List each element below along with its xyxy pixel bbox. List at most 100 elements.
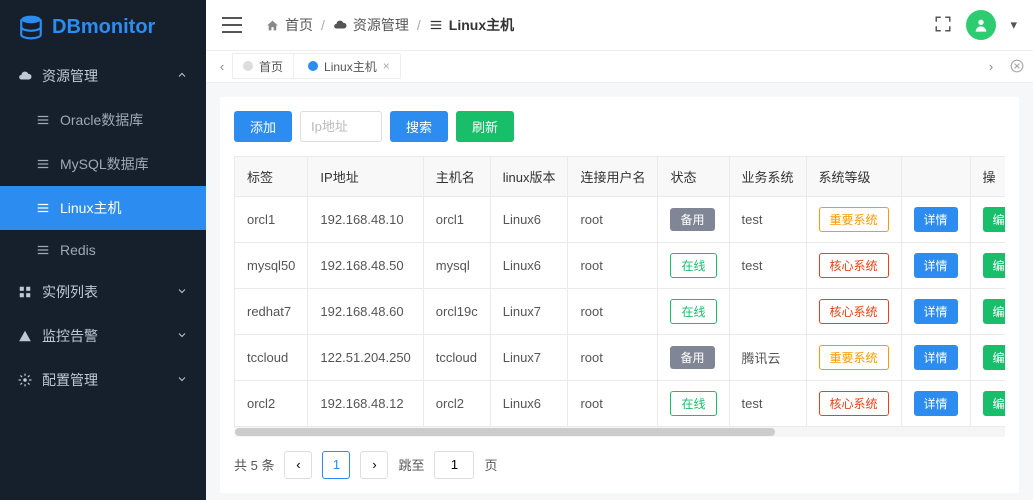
cell-host: tccloud	[423, 334, 490, 380]
cell-tag: mysql50	[235, 242, 308, 288]
cell-version: Linux7	[490, 288, 568, 334]
edit-button[interactable]: 编	[983, 207, 1005, 232]
table-header: 连接用户名	[568, 156, 658, 196]
menu-group[interactable]: 实例列表	[0, 270, 206, 314]
cell-actions: 详情	[901, 334, 970, 380]
table-wrap: 标签IP地址主机名linux版本连接用户名状态业务系统系统等级操 orcl1 1…	[234, 156, 1005, 437]
edit-button[interactable]: 编	[983, 391, 1005, 416]
detail-button[interactable]: 详情	[914, 345, 958, 370]
cell-actions: 详情	[901, 242, 970, 288]
menu-lines-icon	[36, 243, 50, 257]
edit-button[interactable]: 编	[983, 299, 1005, 324]
page-next-button[interactable]: ›	[360, 451, 388, 479]
tab-label: 首页	[259, 58, 283, 75]
toolbar: 添加 搜索 刷新	[234, 111, 1005, 142]
chevron-up-icon	[176, 68, 188, 84]
close-icon[interactable]: ×	[383, 59, 390, 73]
breadcrumb-item[interactable]: 资源管理	[333, 15, 409, 35]
cell-status: 备用	[658, 196, 729, 242]
cell-level: 重要系统	[806, 334, 901, 380]
status-badge: 备用	[670, 346, 714, 369]
table-header: 操	[970, 156, 1005, 196]
menu-group-label: 资源管理	[42, 66, 98, 86]
menu-group[interactable]: 配置管理	[0, 358, 206, 402]
tab-prev-icon[interactable]: ‹	[212, 59, 232, 74]
add-button[interactable]: 添加	[234, 111, 292, 142]
breadcrumb: 首页/资源管理/Linux主机	[266, 15, 934, 35]
cell-level: 核心系统	[806, 380, 901, 426]
status-badge: 备用	[670, 208, 714, 231]
horizontal-scrollbar[interactable]	[234, 427, 1005, 437]
page-prev-button[interactable]: ‹	[284, 451, 312, 479]
table-header: 系统等级	[806, 156, 901, 196]
cell-version: Linux6	[490, 380, 568, 426]
tabbar: ‹ 首页 Linux主机 × ›	[206, 51, 1033, 82]
close-all-tabs-icon[interactable]	[1007, 59, 1027, 73]
content: 添加 搜索 刷新 标签IP地址主机名linux版本连接用户名状态业务系统系统等级…	[206, 83, 1033, 500]
detail-button[interactable]: 详情	[914, 391, 958, 416]
table-header: 主机名	[423, 156, 490, 196]
cell-ip: 192.168.48.50	[308, 242, 423, 288]
cell-host: orcl2	[423, 380, 490, 426]
breadcrumb-label: 首页	[285, 15, 313, 35]
table-row: tccloud 122.51.204.250 tccloud Linux7 ro…	[235, 334, 1006, 380]
avatar[interactable]	[966, 10, 996, 40]
table: 标签IP地址主机名linux版本连接用户名状态业务系统系统等级操 orcl1 1…	[234, 156, 1005, 427]
tab-dot-icon	[243, 61, 253, 71]
tab[interactable]: 首页	[233, 53, 294, 79]
tab-label: Linux主机	[324, 58, 377, 75]
menu-group[interactable]: 资源管理	[0, 54, 206, 98]
menu-group[interactable]: 监控告警	[0, 314, 206, 358]
menu-lines-icon	[36, 201, 50, 215]
card: 添加 搜索 刷新 标签IP地址主机名linux版本连接用户名状态业务系统系统等级…	[220, 97, 1019, 493]
submenu-item-label: MySQL数据库	[60, 154, 149, 174]
cell-biz: test	[729, 380, 806, 426]
tab-next-icon[interactable]: ›	[981, 59, 1001, 74]
submenu-item[interactable]: Redis	[0, 230, 206, 270]
cell-biz	[729, 288, 806, 334]
menu-group-label: 监控告警	[42, 326, 98, 346]
menu-group-label: 配置管理	[42, 370, 98, 390]
cloud-icon	[18, 69, 32, 83]
refresh-button[interactable]: 刷新	[456, 111, 514, 142]
breadcrumb-item[interactable]: 首页	[266, 15, 313, 35]
fullscreen-icon[interactable]	[934, 15, 952, 36]
cell-status: 在线	[658, 242, 729, 288]
submenu-item[interactable]: Linux主机	[0, 186, 206, 230]
cell-biz: 腾讯云	[729, 334, 806, 380]
logo-text: DBmonitor	[52, 16, 155, 39]
chevron-down-icon	[176, 284, 188, 300]
jump-input[interactable]	[434, 451, 474, 479]
tab[interactable]: Linux主机 ×	[298, 53, 400, 79]
table-row: redhat7 192.168.48.60 orcl19c Linux7 roo…	[235, 288, 1006, 334]
page-number-button[interactable]: 1	[322, 451, 350, 479]
search-input[interactable]	[300, 111, 382, 142]
cell-host: orcl19c	[423, 288, 490, 334]
detail-button[interactable]: 详情	[914, 207, 958, 232]
caret-down-icon[interactable]: ▾	[1010, 17, 1017, 33]
cell-actions: 详情	[901, 288, 970, 334]
submenu-item[interactable]: MySQL数据库	[0, 142, 206, 186]
search-button[interactable]: 搜索	[390, 111, 448, 142]
table-header	[901, 156, 970, 196]
pager-total: 共 5 条	[234, 455, 274, 474]
cell-actions-2: 编	[970, 334, 1005, 380]
hamburger-icon[interactable]	[222, 17, 242, 33]
header: 首页/资源管理/Linux主机 ▾	[206, 0, 1033, 51]
edit-button[interactable]: 编	[983, 253, 1005, 278]
cell-tag: tccloud	[235, 334, 308, 380]
logo[interactable]: DBmonitor	[0, 0, 206, 54]
breadcrumb-label: 资源管理	[353, 15, 409, 35]
cell-actions: 详情	[901, 380, 970, 426]
gear-icon	[18, 373, 32, 387]
cell-level: 核心系统	[806, 242, 901, 288]
table-header: 业务系统	[729, 156, 806, 196]
cell-tag: redhat7	[235, 288, 308, 334]
detail-button[interactable]: 详情	[914, 299, 958, 324]
triangle-icon	[18, 329, 32, 343]
detail-button[interactable]: 详情	[914, 253, 958, 278]
submenu-item-label: Oracle数据库	[60, 110, 143, 130]
edit-button[interactable]: 编	[983, 345, 1005, 370]
cell-level: 核心系统	[806, 288, 901, 334]
submenu-item[interactable]: Oracle数据库	[0, 98, 206, 142]
